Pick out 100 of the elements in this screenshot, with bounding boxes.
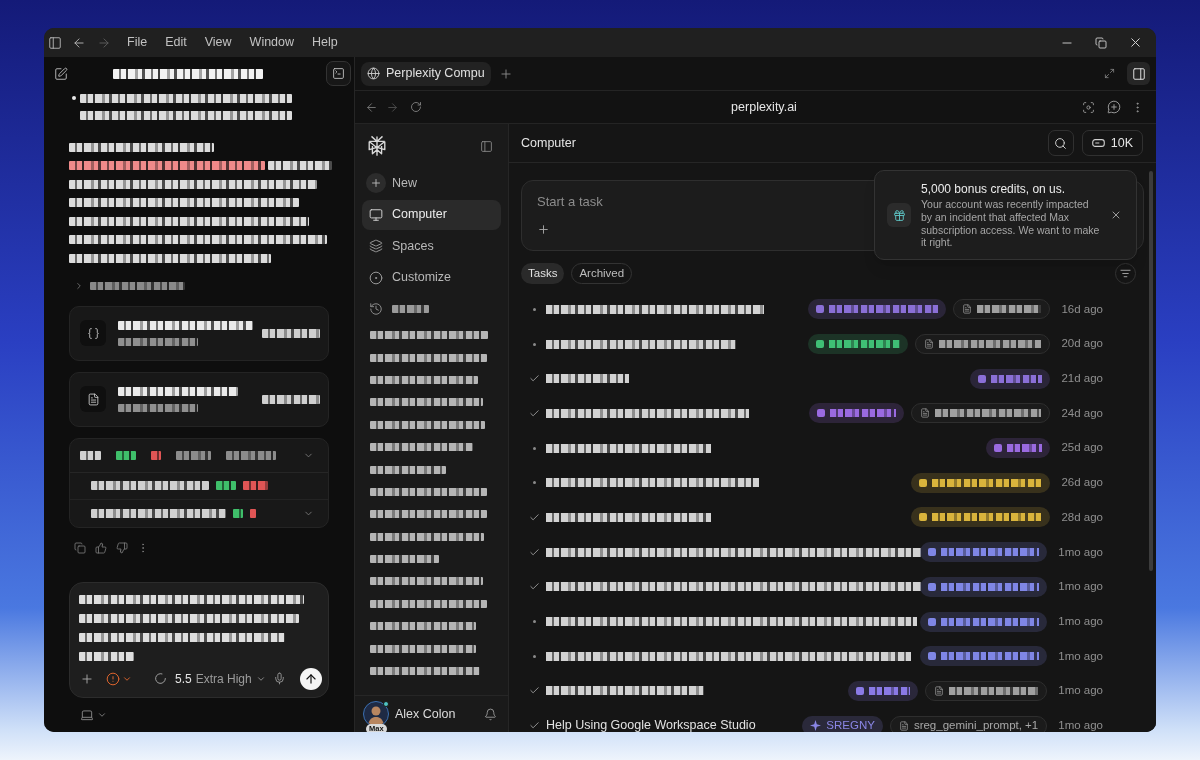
laptop-icon[interactable]: [80, 707, 94, 722]
reload-icon[interactable]: [410, 101, 422, 113]
pixelated-text[interactable]: [262, 328, 320, 338]
pixelated-text[interactable]: [370, 353, 487, 362]
pixelated-text[interactable]: [546, 339, 736, 349]
pixelated-text[interactable]: [546, 443, 711, 453]
history-icon: [369, 302, 383, 316]
pixelated-text[interactable]: [370, 622, 476, 631]
nav-item[interactable]: New: [362, 168, 501, 198]
nav-item[interactable]: Spaces: [362, 231, 501, 261]
pixelated-text[interactable]: [370, 599, 487, 608]
pixelated-text[interactable]: [370, 443, 473, 452]
task-time: 20d ago: [1061, 336, 1103, 352]
task-time: 1mo ago: [1058, 544, 1103, 560]
globe-icon: [367, 67, 380, 80]
send-button[interactable]: [300, 667, 322, 690]
scan-frame-icon[interactable]: [1082, 100, 1095, 114]
pixelated-text[interactable]: [546, 617, 917, 627]
plus-icon: [366, 173, 386, 193]
menu-item[interactable]: View: [204, 33, 232, 52]
restore-icon[interactable]: [1095, 36, 1107, 49]
terminal-button[interactable]: [326, 61, 351, 86]
credits-button[interactable]: 10K: [1081, 130, 1143, 156]
pixelated-text[interactable]: [370, 532, 484, 541]
file-card[interactable]: [69, 305, 329, 361]
task-time: 1mo ago: [1058, 648, 1103, 664]
task-title[interactable]: Help Using Google Workspace Studio: [546, 716, 756, 732]
plus-icon[interactable]: [537, 223, 550, 236]
menu-item[interactable]: Help: [312, 33, 338, 52]
chat-bubble-plus-icon[interactable]: [1107, 100, 1121, 114]
plus-icon[interactable]: [80, 671, 94, 686]
pixelated-text[interactable]: [546, 408, 749, 418]
nav-item[interactable]: Customize: [362, 262, 501, 293]
pixelated-text: [392, 305, 429, 313]
scrollbar-thumb[interactable]: [1149, 171, 1153, 571]
task-time: 1mo ago: [1058, 717, 1103, 732]
thumbs-up-icon[interactable]: [95, 541, 107, 554]
pixelated-text[interactable]: [370, 375, 478, 384]
arrow-up-icon: [304, 671, 318, 686]
pixelated-text[interactable]: [370, 644, 476, 653]
monitor-icon: [369, 207, 383, 222]
pixelated-text[interactable]: [370, 667, 480, 676]
copy-icon[interactable]: [74, 541, 86, 554]
task-time: 26d ago: [1061, 475, 1103, 491]
tag-label: sreg_gemini_prompt, +1: [913, 717, 1039, 732]
microphone-icon[interactable]: [273, 672, 286, 686]
pixelated-text[interactable]: [370, 398, 483, 407]
alert-icon[interactable]: [106, 671, 120, 686]
pixelated-text[interactable]: [546, 374, 629, 384]
back-icon[interactable]: [365, 100, 378, 114]
menu-item[interactable]: Window: [249, 33, 295, 52]
pixelated-text[interactable]: [370, 577, 483, 586]
pixelated-text[interactable]: [546, 686, 704, 696]
filter-tab[interactable]: Tasks: [521, 263, 565, 284]
panel-left-icon[interactable]: [48, 35, 62, 50]
browser-tab[interactable]: Perplexity Compu: [361, 61, 491, 86]
pen-square-icon[interactable]: [54, 66, 68, 81]
pixelated-text[interactable]: [370, 465, 446, 474]
pixelated-text[interactable]: [546, 478, 759, 488]
bullet-icon: [72, 96, 76, 100]
capsule-icon: [1091, 139, 1105, 147]
document-icon: [920, 408, 931, 419]
logo-icon[interactable]: [366, 135, 388, 157]
document-icon: [80, 386, 106, 412]
back-icon[interactable]: [72, 35, 86, 50]
model-selector[interactable]: 5.5 Extra High: [175, 669, 266, 688]
task-time: 16d ago: [1061, 301, 1103, 317]
pixelated-text[interactable]: [546, 651, 911, 661]
close-icon[interactable]: [1128, 35, 1143, 50]
panel-left-icon[interactable]: [480, 139, 493, 153]
layers-icon: [369, 239, 383, 253]
circle-dot-icon: [369, 270, 383, 285]
file-card[interactable]: [69, 371, 329, 427]
pixelated-text[interactable]: [370, 487, 487, 496]
thumbs-down-icon[interactable]: [116, 541, 128, 554]
pixelated-text[interactable]: [370, 420, 485, 429]
side-panel-button[interactable]: [1127, 62, 1150, 85]
nav-item[interactable]: Computer: [362, 199, 501, 230]
menu-item[interactable]: Edit: [165, 33, 187, 52]
message-input[interactable]: 5.5 Extra High: [69, 581, 329, 698]
pixelated-text[interactable]: [262, 394, 320, 404]
user-name[interactable]: Alex Colon: [395, 704, 456, 724]
task-time: 24d ago: [1061, 405, 1103, 421]
pixelated-text[interactable]: [546, 582, 921, 592]
expand-icon[interactable]: [1104, 68, 1115, 79]
task-time: 1mo ago: [1058, 579, 1103, 595]
pixelated-text[interactable]: [546, 512, 711, 522]
pixelated-text[interactable]: [546, 547, 921, 557]
bell-icon[interactable]: [484, 707, 497, 721]
task-input[interactable]: Start a task: [537, 193, 837, 211]
pixelated-text[interactable]: [370, 510, 487, 519]
pixelated-text[interactable]: [546, 304, 764, 314]
pixelated-text[interactable]: [370, 331, 488, 340]
document-icon: [924, 339, 935, 350]
menu-item[interactable]: File: [127, 33, 148, 52]
document-icon: [898, 720, 909, 731]
address-bar-url[interactable]: perplexity.ai: [731, 97, 797, 117]
avatar-icon[interactable]: [363, 701, 389, 727]
pixelated-text[interactable]: [370, 555, 439, 564]
search-button[interactable]: [1047, 130, 1074, 156]
